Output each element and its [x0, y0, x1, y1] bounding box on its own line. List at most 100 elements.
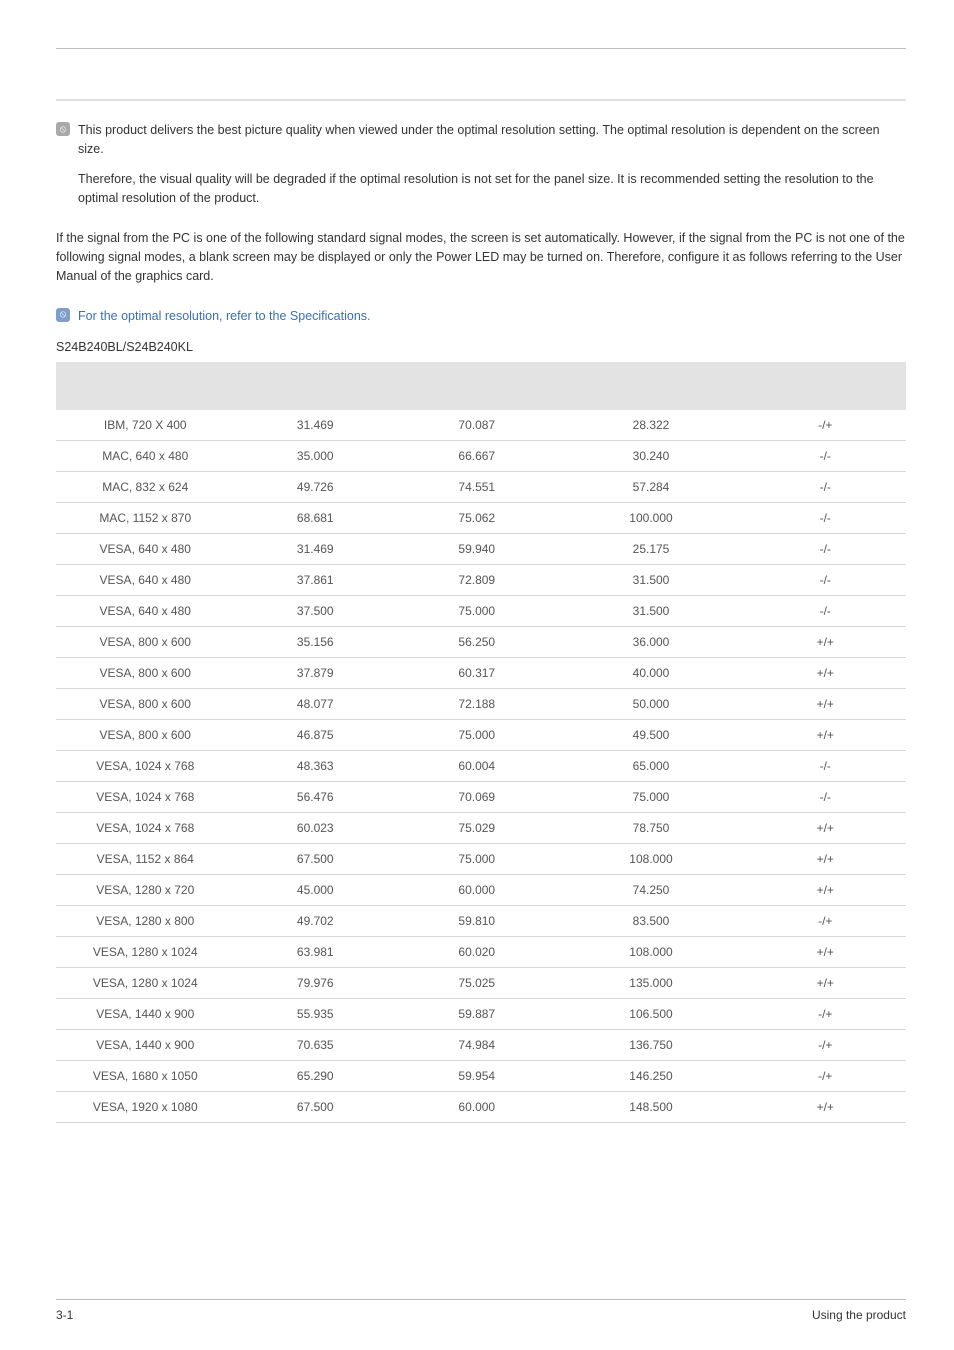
table-row: VESA, 640 x 48037.50075.00031.500-/-: [56, 596, 906, 627]
table-cell: 49.702: [235, 906, 397, 937]
table-cell: 36.000: [558, 627, 745, 658]
table-row: VESA, 1920 x 108067.50060.000148.500+/+: [56, 1092, 906, 1123]
section-rule: [56, 99, 906, 101]
table-cell: 75.029: [396, 813, 558, 844]
table-row: VESA, 640 x 48031.46959.94025.175-/-: [56, 534, 906, 565]
table-row: MAC, 1152 x 87068.68175.062100.000-/-: [56, 503, 906, 534]
table-cell: 60.000: [396, 1092, 558, 1123]
table-cell: 45.000: [235, 875, 397, 906]
table-row: VESA, 640 x 48037.86172.80931.500-/-: [56, 565, 906, 596]
table-cell: -/+: [745, 410, 907, 441]
table-cell: VESA, 1680 x 1050: [56, 1061, 235, 1092]
table-cell: +/+: [745, 968, 907, 999]
table-cell: 75.025: [396, 968, 558, 999]
table-cell: 31.469: [235, 534, 397, 565]
table-cell: 146.250: [558, 1061, 745, 1092]
table-cell: 74.984: [396, 1030, 558, 1061]
signal-modes-table: IBM, 720 X 40031.46970.08728.322-/+MAC, …: [56, 362, 906, 1123]
table-header-row: [56, 362, 906, 410]
table-row: VESA, 800 x 60037.87960.31740.000+/+: [56, 658, 906, 689]
table-cell: +/+: [745, 813, 907, 844]
table-row: VESA, 1440 x 90055.93559.887106.500-/+: [56, 999, 906, 1030]
footer-page-number: 3-1: [56, 1308, 73, 1322]
table-cell: -/+: [745, 906, 907, 937]
table-row: VESA, 800 x 60048.07772.18850.000+/+: [56, 689, 906, 720]
table-cell: 59.810: [396, 906, 558, 937]
table-cell: VESA, 1920 x 1080: [56, 1092, 235, 1123]
page: ⦸ This product delivers the best picture…: [0, 0, 954, 1350]
table-cell: 75.000: [396, 720, 558, 751]
table-cell: 70.069: [396, 782, 558, 813]
note-paragraph-1: This product delivers the best picture q…: [78, 121, 906, 160]
table-cell: -/-: [745, 782, 907, 813]
table-cell: -/+: [745, 999, 907, 1030]
table-cell: 56.476: [235, 782, 397, 813]
table-cell: 37.500: [235, 596, 397, 627]
table-cell: 70.635: [235, 1030, 397, 1061]
table-cell: -/+: [745, 1061, 907, 1092]
table-row: VESA, 1280 x 72045.00060.00074.250+/+: [56, 875, 906, 906]
table-cell: VESA, 640 x 480: [56, 565, 235, 596]
table-cell: 37.879: [235, 658, 397, 689]
table-cell: 70.087: [396, 410, 558, 441]
table-cell: VESA, 1152 x 864: [56, 844, 235, 875]
table-cell: 59.954: [396, 1061, 558, 1092]
table-cell: VESA, 800 x 600: [56, 658, 235, 689]
table-cell: +/+: [745, 627, 907, 658]
table-cell: VESA, 640 x 480: [56, 534, 235, 565]
table-row: VESA, 1280 x 80049.70259.81083.500-/+: [56, 906, 906, 937]
table-cell: -/-: [745, 472, 907, 503]
table-cell: 106.500: [558, 999, 745, 1030]
table-cell: VESA, 800 x 600: [56, 627, 235, 658]
table-cell: 25.175: [558, 534, 745, 565]
table-row: VESA, 1680 x 105065.29059.954146.250-/+: [56, 1061, 906, 1092]
table-cell: VESA, 800 x 600: [56, 689, 235, 720]
table-cell: 136.750: [558, 1030, 745, 1061]
table-cell: 31.469: [235, 410, 397, 441]
table-row: VESA, 1024 x 76856.47670.06975.000-/-: [56, 782, 906, 813]
table-cell: 28.322: [558, 410, 745, 441]
table-cell: +/+: [745, 937, 907, 968]
table-cell: 30.240: [558, 441, 745, 472]
table-cell: -/-: [745, 441, 907, 472]
table-cell: 72.809: [396, 565, 558, 596]
table-cell: 108.000: [558, 937, 745, 968]
table-cell: 48.363: [235, 751, 397, 782]
spec-note-text: For the optimal resolution, refer to the…: [78, 307, 906, 326]
note-block-2: ⦸ For the optimal resolution, refer to t…: [56, 307, 906, 326]
table-cell: MAC, 832 x 624: [56, 472, 235, 503]
table-cell: +/+: [745, 658, 907, 689]
table-cell: 68.681: [235, 503, 397, 534]
table-cell: 135.000: [558, 968, 745, 999]
table-cell: VESA, 800 x 600: [56, 720, 235, 751]
table-cell: 59.940: [396, 534, 558, 565]
table-cell: VESA, 1440 x 900: [56, 999, 235, 1030]
table-cell: 65.000: [558, 751, 745, 782]
table-cell: 60.000: [396, 875, 558, 906]
table-cell: VESA, 1280 x 720: [56, 875, 235, 906]
table-row: MAC, 832 x 62449.72674.55157.284-/-: [56, 472, 906, 503]
table-cell: +/+: [745, 1092, 907, 1123]
table-header-cell: [396, 362, 558, 410]
table-cell: 55.935: [235, 999, 397, 1030]
model-label: S24B240BL/S24B240KL: [56, 340, 906, 354]
table-cell: VESA, 1024 x 768: [56, 751, 235, 782]
table-row: VESA, 1152 x 86467.50075.000108.000+/+: [56, 844, 906, 875]
note-text: This product delivers the best picture q…: [78, 121, 906, 219]
table-row: VESA, 1024 x 76860.02375.02978.750+/+: [56, 813, 906, 844]
table-cell: 75.000: [396, 596, 558, 627]
table-cell: 57.284: [558, 472, 745, 503]
table-cell: 74.551: [396, 472, 558, 503]
table-cell: 35.000: [235, 441, 397, 472]
table-cell: +/+: [745, 689, 907, 720]
table-cell: +/+: [745, 720, 907, 751]
table-cell: 37.861: [235, 565, 397, 596]
table-cell: 60.317: [396, 658, 558, 689]
table-cell: IBM, 720 X 400: [56, 410, 235, 441]
table-cell: VESA, 1024 x 768: [56, 782, 235, 813]
table-row: MAC, 640 x 48035.00066.66730.240-/-: [56, 441, 906, 472]
table-cell: 79.976: [235, 968, 397, 999]
table-row: VESA, 800 x 60046.87575.00049.500+/+: [56, 720, 906, 751]
table-cell: -/-: [745, 565, 907, 596]
table-cell: 35.156: [235, 627, 397, 658]
